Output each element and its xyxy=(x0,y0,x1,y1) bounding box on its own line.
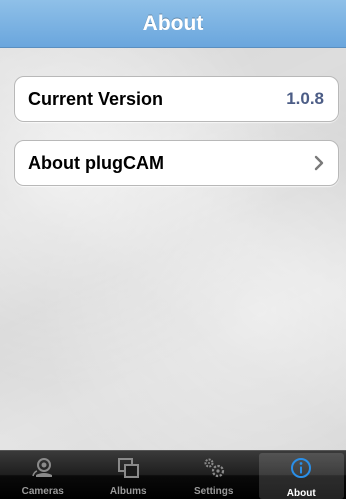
tab-settings[interactable]: Settings xyxy=(171,451,257,499)
chevron-right-icon xyxy=(314,155,324,171)
about-plugcam-label: About plugCAM xyxy=(28,153,164,173)
current-version-label: Current Version xyxy=(28,89,164,109)
page-title: About xyxy=(142,12,204,35)
tab-bar: Cameras Albums Settings About xyxy=(0,450,346,499)
about-screen: About Current Version 1.0.8 About plugCA… xyxy=(0,0,346,499)
navigation-bar: About xyxy=(0,0,346,48)
current-version-row: Current Version 1.0.8 xyxy=(14,76,339,122)
camera-icon xyxy=(32,458,52,477)
tab-about[interactable]: About xyxy=(258,453,344,499)
current-version-value: 1.0.8 xyxy=(286,89,324,108)
tab-albums[interactable]: Albums xyxy=(86,451,172,499)
tab-cameras[interactable]: Cameras xyxy=(0,451,86,499)
info-icon xyxy=(291,458,312,478)
albums-icon xyxy=(118,458,140,478)
tab-cameras-label: Cameras xyxy=(21,486,64,497)
tab-settings-label: Settings xyxy=(194,486,234,497)
about-plugcam-row[interactable]: About plugCAM xyxy=(14,140,339,186)
gears-icon xyxy=(204,458,224,478)
tab-albums-label: Albums xyxy=(109,486,147,497)
tab-about-label: About xyxy=(286,488,316,499)
